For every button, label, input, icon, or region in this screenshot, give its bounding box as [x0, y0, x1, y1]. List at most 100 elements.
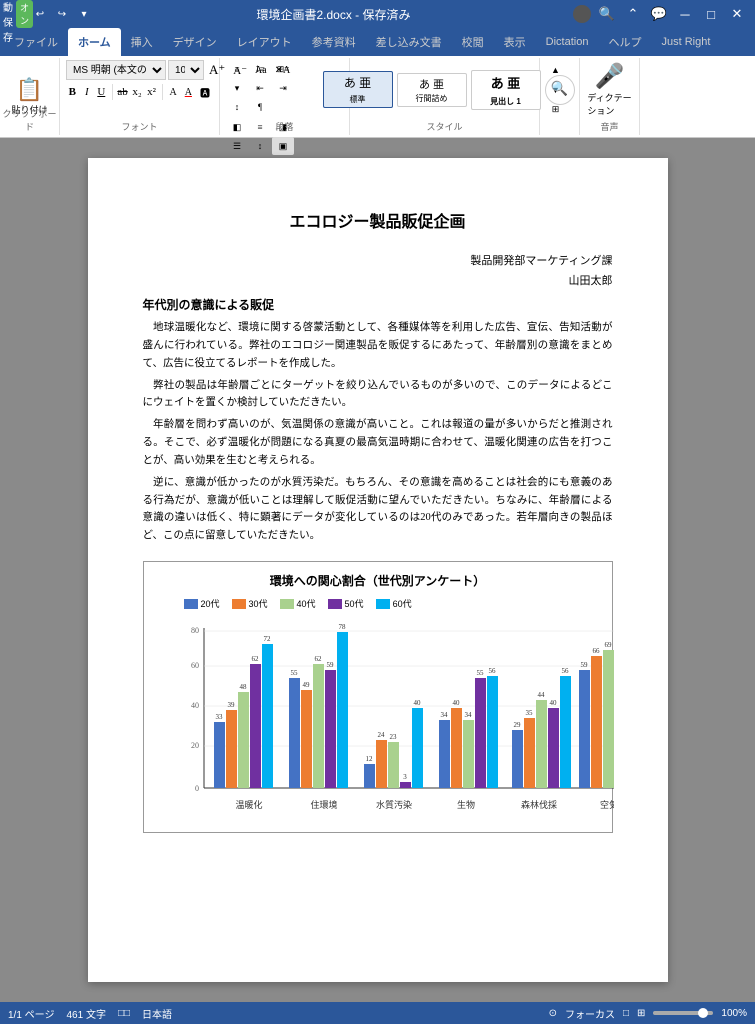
bar-seibutsu-60s: [487, 676, 498, 788]
tab-layout[interactable]: レイアウト: [227, 28, 302, 56]
focus-label[interactable]: フォーカス: [565, 1006, 615, 1021]
minimize-btn[interactable]: ─: [675, 4, 695, 24]
paragraph-1: 地球温暖化など、環境に関する啓蒙活動として、各種媒体等を利用した広告、宣伝、告知…: [143, 319, 613, 373]
svg-text:78: 78: [338, 623, 346, 631]
legend-label-30s: 30代: [249, 597, 268, 610]
ribbon-group-font: MS 明朝 (本文の 10.5 A⁺ A⁻ Aa ✕A B I U ab x₂ …: [60, 58, 220, 135]
department: 製品開発部マーケティング課: [143, 252, 613, 268]
para-btns-top: ≡ 1≡ ⊞≡ ▾ ⇤ ⇥ ↕ ¶: [226, 60, 298, 116]
microphone-icon: 🎤: [595, 62, 625, 91]
char-shading-btn[interactable]: 🅰: [197, 82, 213, 102]
tab-home[interactable]: ホーム: [68, 28, 121, 56]
tab-dictation[interactable]: Dictation: [536, 28, 599, 56]
bullets-btn[interactable]: ≡: [226, 60, 248, 78]
bar-juukan-40s: [313, 664, 324, 788]
zoom-slider[interactable]: [653, 1011, 713, 1015]
close-btn[interactable]: ✕: [727, 4, 747, 24]
chart-container: 環境への関心割合（世代別アンケート） 20代 30代 40代 50代: [143, 561, 613, 833]
page-info: 1/1 ページ: [8, 1006, 54, 1021]
ribbon-group-editing: 🔍: [540, 58, 580, 135]
tab-references[interactable]: 参考資料: [302, 28, 366, 56]
ribbon-toggle-btn[interactable]: ⌃: [623, 4, 643, 24]
bold-btn[interactable]: B: [66, 83, 79, 101]
svg-text:35: 35: [525, 709, 533, 717]
tab-insert[interactable]: 挿入: [121, 28, 163, 56]
more-btn[interactable]: ▾: [74, 4, 94, 24]
tab-justright[interactable]: Just Right: [651, 28, 720, 56]
legend-label-50s: 50代: [345, 597, 364, 610]
svg-text:66: 66: [592, 647, 600, 655]
chart-title: 環境への関心割合（世代別アンケート）: [154, 572, 602, 589]
superscript-btn[interactable]: x²: [145, 83, 158, 101]
page[interactable]: エコロジー製品販促企画 製品開発部マーケティング課 山田太郎 年代別の意識による…: [88, 158, 668, 982]
italic-btn[interactable]: I: [81, 83, 94, 101]
text-highlight-btn[interactable]: A: [167, 82, 180, 102]
bar-shinrin-30s: [524, 718, 535, 788]
bar-kuuki-20s: [579, 670, 590, 788]
legend-20s: 20代: [184, 597, 220, 610]
view-web-icon[interactable]: ⊞: [637, 1008, 645, 1019]
style-normal-btn[interactable]: あ 亜標準: [323, 71, 393, 108]
legend-color-30s: [232, 599, 246, 609]
tab-mailings[interactable]: 差し込み文書: [366, 28, 452, 56]
undo-btn[interactable]: ↩: [30, 4, 50, 24]
tab-design[interactable]: デザイン: [163, 28, 227, 56]
outdent-btn[interactable]: ⇤: [249, 79, 271, 97]
multilevel-btn[interactable]: ⊞≡: [272, 60, 294, 78]
shading-btn[interactable]: ▣: [272, 137, 294, 155]
title-bar: 自動保存 オン ↩ ↪ ▾ 環境企画書2.docx - 保存済み 🔍 ⌃ 💬 ─…: [0, 0, 755, 28]
bar-kuuki-40s: [603, 650, 614, 788]
voice-label: 音声: [580, 120, 639, 133]
numbering-btn[interactable]: 1≡: [249, 60, 271, 78]
bar-kuuki-30s: [591, 656, 602, 788]
bar-seibutsu-50s: [475, 678, 486, 788]
legend-30s: 30代: [232, 597, 268, 610]
legend-color-20s: [184, 599, 198, 609]
title-bar-left: 自動保存 オン ↩ ↪ ▾: [8, 4, 94, 24]
view-normal-icon[interactable]: □: [623, 1008, 629, 1019]
bar-danki-60s: [262, 644, 273, 788]
tab-file[interactable]: ファイル: [4, 28, 68, 56]
svg-text:59: 59: [580, 661, 588, 669]
justify-btn[interactable]: ☰: [226, 137, 248, 155]
ribbon-tab-bar: ファイル ホーム 挿入 デザイン レイアウト 参考資料 差し込み文書 校閲 表示…: [0, 28, 755, 56]
font-color-btn[interactable]: A: [182, 82, 195, 102]
svg-text:80: 80: [191, 626, 199, 635]
font-name-select[interactable]: MS 明朝 (本文の: [66, 60, 166, 80]
svg-text:56: 56: [488, 667, 496, 675]
svg-text:水質汚染: 水質汚染: [375, 799, 411, 810]
comments-btn[interactable]: 💬: [649, 4, 669, 24]
user-avatar[interactable]: [573, 5, 591, 23]
title-bar-right: 🔍 ⌃ 💬 ─ □ ✕: [573, 4, 747, 24]
style-compact-btn[interactable]: あ 亜行間詰め: [397, 73, 467, 107]
dictation-btn[interactable]: 🎤 ディクテーション: [585, 64, 635, 116]
sort-btn[interactable]: ↕: [226, 98, 248, 116]
font-size-select[interactable]: 10.5: [168, 60, 204, 80]
bar-danki-40s: [238, 692, 249, 788]
search-btn[interactable]: 🔍: [597, 4, 617, 24]
search-box[interactable]: 🔍: [545, 75, 575, 105]
indent-btn[interactable]: ⇥: [272, 79, 294, 97]
style-heading1-btn[interactable]: あ 亜見出し 1: [471, 70, 541, 110]
tab-review[interactable]: 校閲: [452, 28, 494, 56]
subscript-btn[interactable]: x₂: [131, 83, 144, 101]
svg-text:48: 48: [239, 683, 247, 691]
legend-60s: 60代: [376, 597, 412, 610]
underline-btn[interactable]: U: [95, 83, 108, 101]
autosave-toggle[interactable]: 自動保存 オン: [8, 4, 28, 24]
bar-suishitsu-20s: [364, 764, 375, 788]
paste-icon: 📋: [16, 77, 43, 103]
bar-seibutsu-20s: [439, 720, 450, 788]
paragraph-2: 弊社の製品は年齢層ごとにターゲットを絞り込んでいるものが多いので、このデータによ…: [143, 377, 613, 413]
para-more-btn[interactable]: ▾: [226, 79, 248, 97]
tab-help[interactable]: ヘルプ: [598, 28, 651, 56]
document-area: エコロジー製品販促企画 製品開発部マーケティング課 山田太郎 年代別の意識による…: [0, 138, 755, 1002]
maximize-btn[interactable]: □: [701, 4, 721, 24]
svg-text:40: 40: [549, 699, 557, 707]
strikethrough-btn[interactable]: ab: [116, 83, 129, 101]
tab-view[interactable]: 表示: [494, 28, 536, 56]
line-spacing-btn[interactable]: ↕: [249, 137, 271, 155]
legend-label-20s: 20代: [201, 597, 220, 610]
show-marks-btn[interactable]: ¶: [249, 98, 271, 116]
redo-btn[interactable]: ↪: [52, 4, 72, 24]
